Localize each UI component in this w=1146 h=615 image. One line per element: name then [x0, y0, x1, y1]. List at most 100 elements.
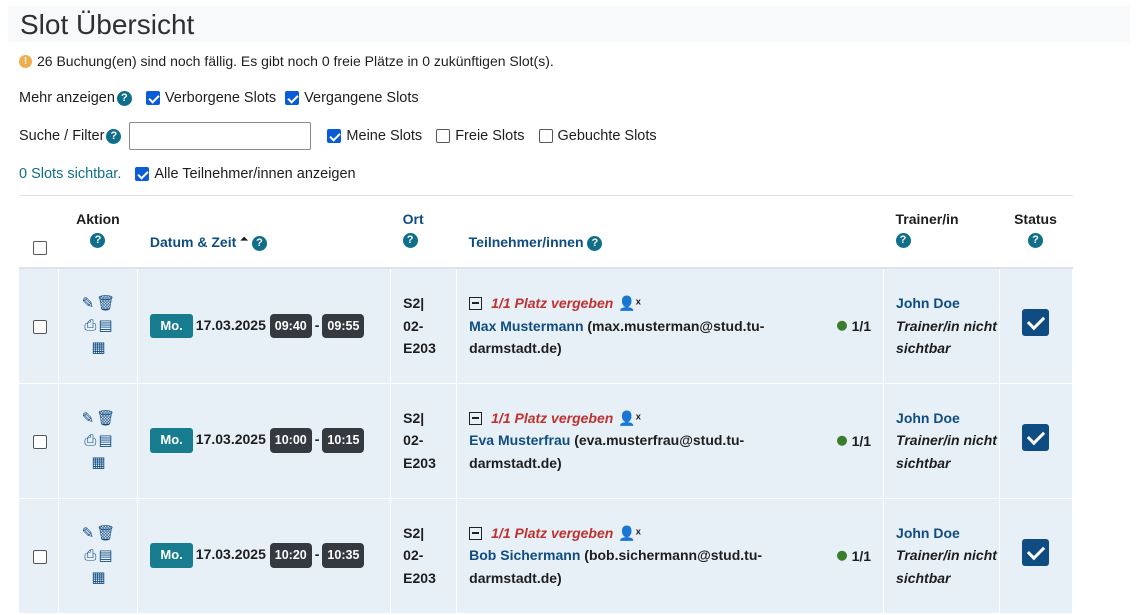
header-participants-label[interactable]: Teilnehmer/innen: [469, 234, 584, 250]
status-checkbox[interactable]: [1022, 309, 1050, 336]
printer-icon[interactable]: ⎙: [84, 430, 96, 452]
booked-slots-checkbox[interactable]: [538, 129, 553, 143]
participant-name-link[interactable]: Bob Sichermann: [469, 547, 580, 563]
sort-asc-icon[interactable]: ⏶: [240, 234, 248, 245]
past-slots-option[interactable]: Vergangene Slots: [285, 90, 419, 106]
hidden-slots-checkbox[interactable]: [145, 91, 160, 105]
help-icon[interactable]: ?: [587, 235, 603, 251]
help-icon[interactable]: ?: [252, 235, 268, 251]
row-status-cell: [999, 498, 1074, 614]
select-all-checkbox[interactable]: [33, 240, 47, 255]
minus-square-icon[interactable]: [469, 411, 483, 425]
row-select-checkbox[interactable]: [33, 549, 47, 564]
row-datetime-cell: Mo. 17.03.2025 10:20-10:35: [137, 498, 392, 614]
past-slots-checkbox[interactable]: [285, 91, 300, 105]
status-checkbox[interactable]: [1022, 538, 1050, 566]
user-x-icon[interactable]: 👤ˣ: [618, 292, 641, 315]
row-trainer-cell: John Doe Trainer/in nicht sichtbar: [883, 498, 1000, 614]
header-location[interactable]: Ort ?: [390, 196, 457, 269]
help-icon[interactable]: ?: [116, 90, 132, 106]
header-trainer-label: Trainer/in: [895, 211, 959, 227]
start-time-badge: 10:00: [269, 428, 312, 453]
booked-slots-label[interactable]: Gebuchte Slots: [558, 128, 657, 144]
calendar-icon[interactable]: ▦: [91, 567, 105, 589]
pencil-icon[interactable]: ✎: [82, 408, 95, 430]
my-slots-label[interactable]: Meine Slots: [346, 128, 422, 144]
header-datetime-label[interactable]: Datum & Zeit: [150, 234, 236, 250]
minus-square-icon[interactable]: [469, 296, 483, 310]
header-action-label: Aktion: [76, 211, 120, 227]
trainer-name-link[interactable]: John Doe: [896, 522, 999, 545]
trainer-name-link[interactable]: John Doe: [896, 407, 999, 430]
help-icon[interactable]: ?: [895, 233, 911, 248]
status-dot-icon: [836, 435, 847, 446]
row-location-cell: S2| 02-E203: [390, 498, 458, 614]
help-icon[interactable]: ?: [90, 233, 106, 248]
all-participants-option[interactable]: Alle Teilnehmer/innen anzeigen: [135, 166, 356, 182]
pencil-icon[interactable]: ✎: [82, 293, 95, 315]
printer-icon[interactable]: ⎙: [84, 315, 96, 337]
free-slots-label[interactable]: Freie Slots: [455, 128, 524, 144]
exclamation-circle-icon: !: [19, 54, 32, 68]
booked-slots-option[interactable]: Gebuchte Slots: [538, 128, 657, 144]
all-participants-label[interactable]: Alle Teilnehmer/innen anzeigen: [154, 166, 355, 182]
start-time-badge: 10:20: [269, 543, 312, 568]
trainer-name-link[interactable]: John Doe: [896, 292, 999, 315]
pencil-icon[interactable]: ✎: [82, 523, 95, 545]
slot-location: S2| 02-E203: [403, 409, 436, 471]
calendar-icon[interactable]: ▦: [91, 337, 105, 359]
printer-icon[interactable]: ⎙: [84, 545, 96, 567]
booked-text: 1/1 Platz vergeben: [491, 409, 614, 426]
day-badge: Mo.: [150, 313, 193, 338]
trash-icon[interactable]: 🗑: [96, 523, 115, 545]
hidden-slots-label[interactable]: Verborgene Slots: [165, 90, 276, 106]
more-options-row: Mehr anzeigen ? Verborgene Slots Vergang…: [19, 90, 419, 106]
header-location-label[interactable]: Ort: [403, 211, 456, 227]
all-participants-checkbox[interactable]: [135, 167, 150, 181]
trash-icon[interactable]: 🗑: [96, 408, 115, 430]
booking-status: 1/1 Platz vergeben 👤ˣ: [469, 522, 883, 545]
row-select-checkbox[interactable]: [33, 319, 47, 334]
table-list-icon[interactable]: ▤: [98, 430, 112, 452]
trash-icon[interactable]: 🗑: [96, 293, 115, 315]
participant-name-link[interactable]: Max Mustermann: [469, 318, 583, 334]
past-slots-label[interactable]: Vergangene Slots: [304, 90, 418, 106]
row-select-cell: [19, 268, 60, 384]
user-x-icon[interactable]: 👤ˣ: [618, 522, 641, 545]
row-datetime-cell: Mo. 17.03.2025 10:00-10:15: [137, 383, 392, 499]
my-slots-option[interactable]: Meine Slots: [327, 128, 422, 144]
table-list-icon[interactable]: ▤: [98, 315, 112, 337]
minus-square-icon[interactable]: [469, 526, 483, 540]
status-checkbox[interactable]: [1022, 423, 1050, 451]
help-icon[interactable]: ?: [106, 128, 122, 144]
header-action: Aktion ?: [58, 196, 138, 269]
booked-text: 1/1 Platz vergeben: [491, 295, 614, 311]
calendar-icon[interactable]: ▦: [91, 452, 105, 474]
participant-entry: Bob Sichermann (bob.sichermann@stud.tu-d…: [469, 544, 814, 589]
search-filter-row: Suche / Filter ? Meine Slots Freie Slots…: [19, 122, 657, 150]
header-datetime[interactable]: Datum & Zeit ⏶ ?: [137, 196, 391, 269]
row-participants-cell: 1/1 Platz vergeben 👤ˣ Bob Sichermann (bo…: [456, 498, 885, 614]
slots-table: Aktion ? Datum & Zeit ⏶ ? Ort ? Teilnehm…: [19, 196, 1074, 614]
slot-date: 17.03.2025: [195, 316, 266, 333]
end-time-badge: 10:15: [322, 428, 365, 453]
user-x-icon[interactable]: 👤ˣ: [618, 407, 641, 430]
table-row: ✎ 🗑 ⎙ ▤ ▦ Mo. 17.03.2025 09:40-09:55 S2| 02…: [19, 268, 1074, 384]
header-status-label: Status: [1014, 211, 1057, 227]
table-row: ✎ 🗑 ⎙ ▤ ▦ Mo. 17.03.2025 10:20-10:35 S2| 02…: [19, 498, 1074, 614]
help-icon[interactable]: ?: [402, 233, 418, 248]
search-input[interactable]: [129, 122, 312, 150]
row-select-checkbox[interactable]: [33, 434, 47, 449]
free-slots-option[interactable]: Freie Slots: [436, 128, 525, 144]
slot-location: S2| 02-E203: [403, 295, 436, 356]
my-slots-checkbox[interactable]: [327, 129, 342, 143]
participant-name-link[interactable]: Eva Musterfrau: [469, 432, 570, 448]
header-participants[interactable]: Teilnehmer/innen ?: [456, 196, 884, 269]
more-label: Mehr anzeigen: [19, 90, 115, 106]
table-header-row: Aktion ? Datum & Zeit ⏶ ? Ort ? Teilnehm…: [19, 196, 1073, 269]
hidden-slots-option[interactable]: Verborgene Slots: [145, 90, 276, 106]
day-badge: Mo.: [150, 428, 193, 453]
table-list-icon[interactable]: ▤: [98, 545, 112, 567]
help-icon[interactable]: ?: [1027, 233, 1043, 248]
free-slots-checkbox[interactable]: [436, 129, 451, 143]
